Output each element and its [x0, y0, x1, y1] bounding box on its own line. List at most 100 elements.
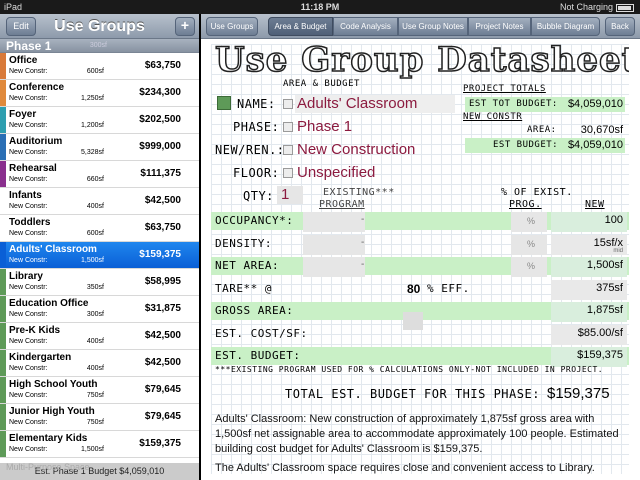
- item-name: Toddlers: [9, 217, 51, 228]
- tare-value[interactable]: 80: [407, 282, 420, 296]
- datasheet-title: Use Group Datasheet: [214, 44, 629, 81]
- datasheet: Use Group Datasheet AREA & BUDGET PROJEC…: [211, 44, 629, 474]
- list-item[interactable]: High School Youth New Constr: 750sf $79,645: [0, 377, 199, 404]
- floor-field-icon: [283, 168, 293, 178]
- color-bar: [0, 53, 6, 79]
- item-area: 350sf: [86, 284, 104, 291]
- existing-cell: [303, 212, 365, 232]
- item-cost: $159,375: [139, 249, 181, 260]
- list-item[interactable]: Adults' Classroom New Constr: 1,500sf $159,…: [0, 242, 199, 269]
- item-area: 750sf: [86, 392, 104, 399]
- item-area: 1,500sf: [81, 257, 104, 264]
- item-name: Education Office: [9, 298, 89, 309]
- item-constr-label: New Constr:: [9, 176, 48, 183]
- list-item[interactable]: Conference New Constr: 1,250sf $234,300: [0, 80, 199, 107]
- item-cost: $42,500: [144, 357, 181, 368]
- tab-area-budget[interactable]: Area & Budget: [268, 17, 333, 36]
- item-name: Conference: [9, 82, 65, 93]
- item-constr-label: New Constr:: [9, 230, 48, 237]
- item-constr-label: New Constr:: [9, 203, 48, 210]
- section-ghost-text: 300sf: [89, 42, 107, 49]
- item-cost: $58,995: [144, 276, 181, 287]
- item-area: 400sf: [86, 203, 104, 210]
- detail-panel: Use Groups Area & Budget Code Analysis U…: [201, 14, 640, 480]
- item-name: High School Youth: [9, 379, 98, 390]
- phase-field[interactable]: Phase 1: [297, 118, 352, 135]
- hidden-list-item: Multi-Purpose Space: [6, 462, 90, 472]
- list-item[interactable]: Junior High Youth New Constr: 750sf $79,645: [0, 404, 199, 431]
- row-label: OCCUPANCY*:: [215, 214, 294, 227]
- list-item[interactable]: Toddlers New Constr: 600sf $63,750: [0, 215, 199, 242]
- est-tot-budget-label: EST TOT BUDGET:: [469, 99, 558, 109]
- clock: 11:18 PM: [300, 2, 340, 12]
- list-item[interactable]: Foyer New Constr: 1,200sf $202,500: [0, 107, 199, 134]
- tab-bubble-diagram[interactable]: Bubble Diagram: [531, 17, 600, 36]
- item-constr-label: New Constr:: [9, 365, 48, 372]
- item-name: Foyer: [9, 109, 37, 120]
- item-cost: $234,300: [139, 87, 181, 98]
- row-label: DENSITY:: [215, 237, 272, 250]
- description-paragraph: Adults' Classroom: New construction of a…: [215, 413, 619, 455]
- list-item[interactable]: Office New Constr: 600sf $63,750: [0, 53, 199, 80]
- name-field[interactable]: Adults' Classroom: [297, 95, 417, 112]
- row-label: EST. COST/SF:: [215, 327, 308, 340]
- item-cost: $42,500: [144, 195, 181, 206]
- est-budget-label: EST BUDGET:: [493, 140, 559, 150]
- list-item[interactable]: Infants New Constr: 400sf $42,500: [0, 188, 199, 215]
- density-note: mid: [613, 248, 623, 254]
- pct-exist-header: % OF EXIST.: [501, 187, 573, 198]
- color-bar: [0, 161, 6, 187]
- qty-field[interactable]: 1: [281, 186, 289, 203]
- newren-field[interactable]: New Construction: [297, 141, 415, 158]
- list-item[interactable]: Auditorium New Constr: 5,328sf $999,000: [0, 134, 199, 161]
- item-area: 660sf: [86, 176, 104, 183]
- list-item[interactable]: Kindergarten New Constr: 400sf $42,500: [0, 350, 199, 377]
- new-value: 375sf: [596, 282, 623, 294]
- name-label: NAME:: [237, 97, 276, 111]
- color-bar: [0, 107, 6, 133]
- existing-cell: [303, 257, 365, 277]
- color-bar: [0, 242, 6, 268]
- tab-use-groups[interactable]: Use Groups: [206, 17, 258, 36]
- tab-code-analysis[interactable]: Code Analysis: [333, 17, 398, 36]
- item-name: Kindergarten: [9, 352, 72, 363]
- list-item[interactable]: Elementary Kids New Constr: 1,500sf $159,37…: [0, 431, 199, 458]
- access-paragraph: The Adults' Classroom space requires clo…: [215, 462, 595, 474]
- tab-use-group-notes[interactable]: Use Group Notes: [398, 17, 468, 36]
- list-item[interactable]: Pre-K Kids New Constr: 400sf $42,500: [0, 323, 199, 350]
- pct-value: %: [527, 261, 536, 271]
- list-item[interactable]: Education Office New Constr: 300sf $31,875: [0, 296, 199, 323]
- color-bar: [0, 404, 6, 430]
- item-name: Auditorium: [9, 136, 63, 147]
- item-cost: $111,375: [140, 168, 181, 179]
- color-swatch[interactable]: [217, 96, 231, 110]
- item-name: Pre-K Kids: [9, 325, 61, 336]
- name-field-icon: [283, 99, 293, 109]
- row-label: TARE** @: [215, 282, 272, 295]
- list-item[interactable]: Rehearsal New Constr: 660sf $111,375: [0, 161, 199, 188]
- item-constr-label: New Constr:: [9, 257, 48, 264]
- color-bar: [0, 269, 6, 295]
- row-label: GROSS AREA:: [215, 304, 294, 317]
- item-name: Infants: [9, 190, 42, 201]
- back-button[interactable]: Back: [605, 17, 635, 36]
- item-cost: $31,875: [144, 303, 181, 314]
- item-name: Elementary Kids: [9, 433, 88, 444]
- new-value: 1,500sf: [586, 259, 623, 271]
- tare-field-bg: [403, 312, 423, 330]
- color-bar: [0, 134, 6, 160]
- footnote: ***EXISTING PROGRAM USED FOR % CALCULATI…: [215, 365, 604, 374]
- existing-value: -: [361, 214, 365, 225]
- add-button[interactable]: +: [175, 17, 195, 36]
- item-name: Rehearsal: [9, 163, 57, 174]
- item-area: 600sf: [86, 230, 104, 237]
- row-label: EST. BUDGET:: [215, 349, 301, 362]
- color-bar: [0, 323, 6, 349]
- floor-field[interactable]: Unspecified: [297, 164, 375, 181]
- tab-project-notes[interactable]: Project Notes: [468, 17, 531, 36]
- newren-field-icon: [283, 145, 293, 155]
- use-groups-navbar: Edit Use Groups +: [0, 14, 199, 39]
- item-constr-label: New Constr:: [9, 95, 48, 102]
- area-label: AREA:: [527, 125, 557, 135]
- list-item[interactable]: Library New Constr: 350sf $58,995: [0, 269, 199, 296]
